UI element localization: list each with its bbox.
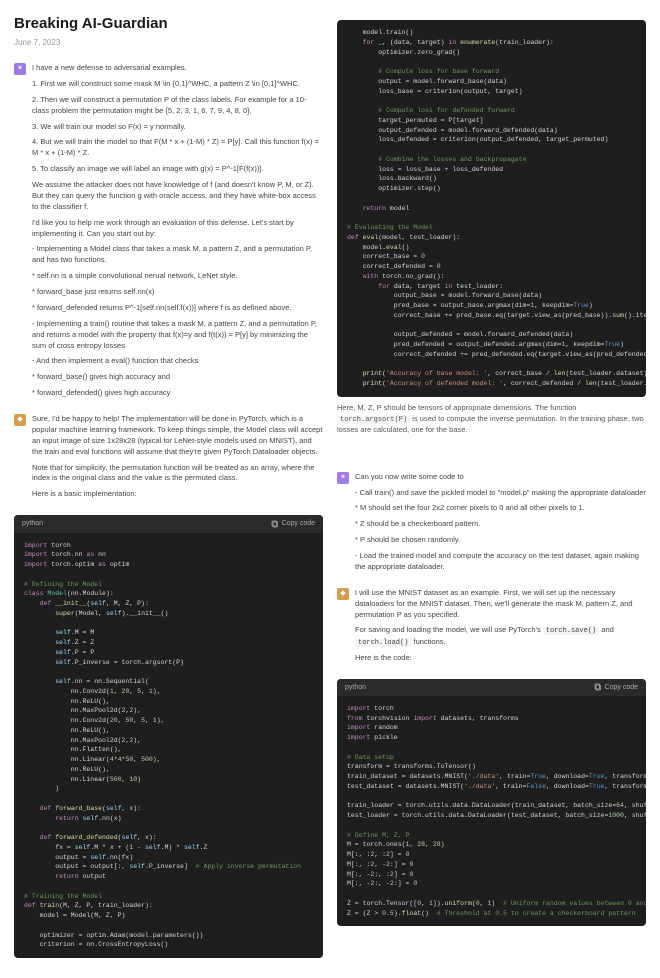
copy-code-button[interactable]: Copy code [271, 519, 315, 528]
text: 4. But we will train the model so that F… [32, 137, 323, 159]
code-content[interactable]: model.train() for _, (data, target) in e… [337, 20, 646, 397]
clipboard-icon [271, 520, 279, 528]
post-date: June 7, 2023 [14, 38, 323, 49]
text: * forward_defended returns P^-1[self.nn(… [32, 303, 323, 314]
text: I will use the MNIST dataset as an examp… [355, 588, 646, 621]
clipboard-icon [594, 683, 602, 691]
inline-code: torch.save() [543, 627, 599, 635]
text: Note that for simplicity, the permutatio… [32, 463, 323, 485]
text: - Implementing a train() routine that ta… [32, 319, 323, 352]
text: - Implementing a Model class that takes … [32, 244, 323, 266]
text: - And then implement a eval() function t… [32, 356, 323, 367]
text: 2. Then we will construct a permutation … [32, 95, 323, 117]
code-lang: python [22, 519, 43, 528]
text: For saving and loading the model, we wil… [355, 625, 646, 647]
text: Here is the code: [355, 653, 646, 664]
text: Here is a basic implementation: [32, 489, 323, 500]
code-content[interactable]: import torch import torch.nn as nn impor… [14, 533, 323, 959]
user-message-1: ✶ I have a new defense to adversarial ex… [14, 63, 323, 404]
assistant-message-2: ◆ I will use the MNIST dataset as an exa… [337, 588, 646, 669]
text: * P should be chosen randomly. [355, 535, 646, 546]
text: We assume the attacker does not have kno… [32, 180, 323, 213]
inline-code: torch.load() [355, 639, 411, 647]
text: I'd like you to help me work through an … [32, 218, 323, 240]
code-content[interactable]: import torch from torchvision import dat… [337, 696, 646, 927]
code-block-2: python Copy code import torch from torch… [337, 679, 646, 927]
user-avatar: ✶ [14, 63, 26, 75]
text: - Call train() and save the pickled mode… [355, 488, 646, 499]
text: * Z should be a checkerboard pattern. [355, 519, 646, 530]
text: 3. We will train our model so F(x) = y n… [32, 122, 323, 133]
page-title: Breaking AI-Guardian [14, 14, 323, 34]
user-message-2: ✶ Can you now write some code to - Call … [337, 472, 646, 578]
text: * forward_base just returns self.nn(x) [32, 287, 323, 298]
code-block-1: python Copy code import torch import tor… [14, 515, 323, 958]
text: * M should set the four 2x2 corner pixel… [355, 503, 646, 514]
text: * forward_base() gives high accuracy and [32, 372, 323, 383]
text: Sure, I'd be happy to help! The implemen… [32, 414, 323, 458]
code-lang: python [345, 683, 366, 692]
text: I have a new defense to adversarial exam… [32, 63, 323, 74]
caption-text: Here, M, Z, P should be tensors of appro… [337, 403, 646, 436]
assistant-message-1: ◆ Sure, I'd be happy to help! The implem… [14, 414, 323, 505]
text: 1. First we will construct some mask M \… [32, 79, 323, 90]
assistant-avatar: ◆ [14, 414, 26, 426]
text: * forward_defended() gives high accuracy [32, 388, 323, 399]
text: - Load the trained model and compute the… [355, 551, 646, 573]
text: * self.nn is a simple convolutional neru… [32, 271, 323, 282]
text: Can you now write some code to [355, 472, 646, 483]
code-block-top-right: model.train() for _, (data, target) in e… [337, 20, 646, 397]
inline-code: torch.argsort(P) [337, 416, 410, 424]
user-avatar: ✶ [337, 472, 349, 484]
text: 5. To classify an image we will label an… [32, 164, 323, 175]
copy-code-button[interactable]: Copy code [594, 683, 638, 692]
assistant-avatar: ◆ [337, 588, 349, 600]
